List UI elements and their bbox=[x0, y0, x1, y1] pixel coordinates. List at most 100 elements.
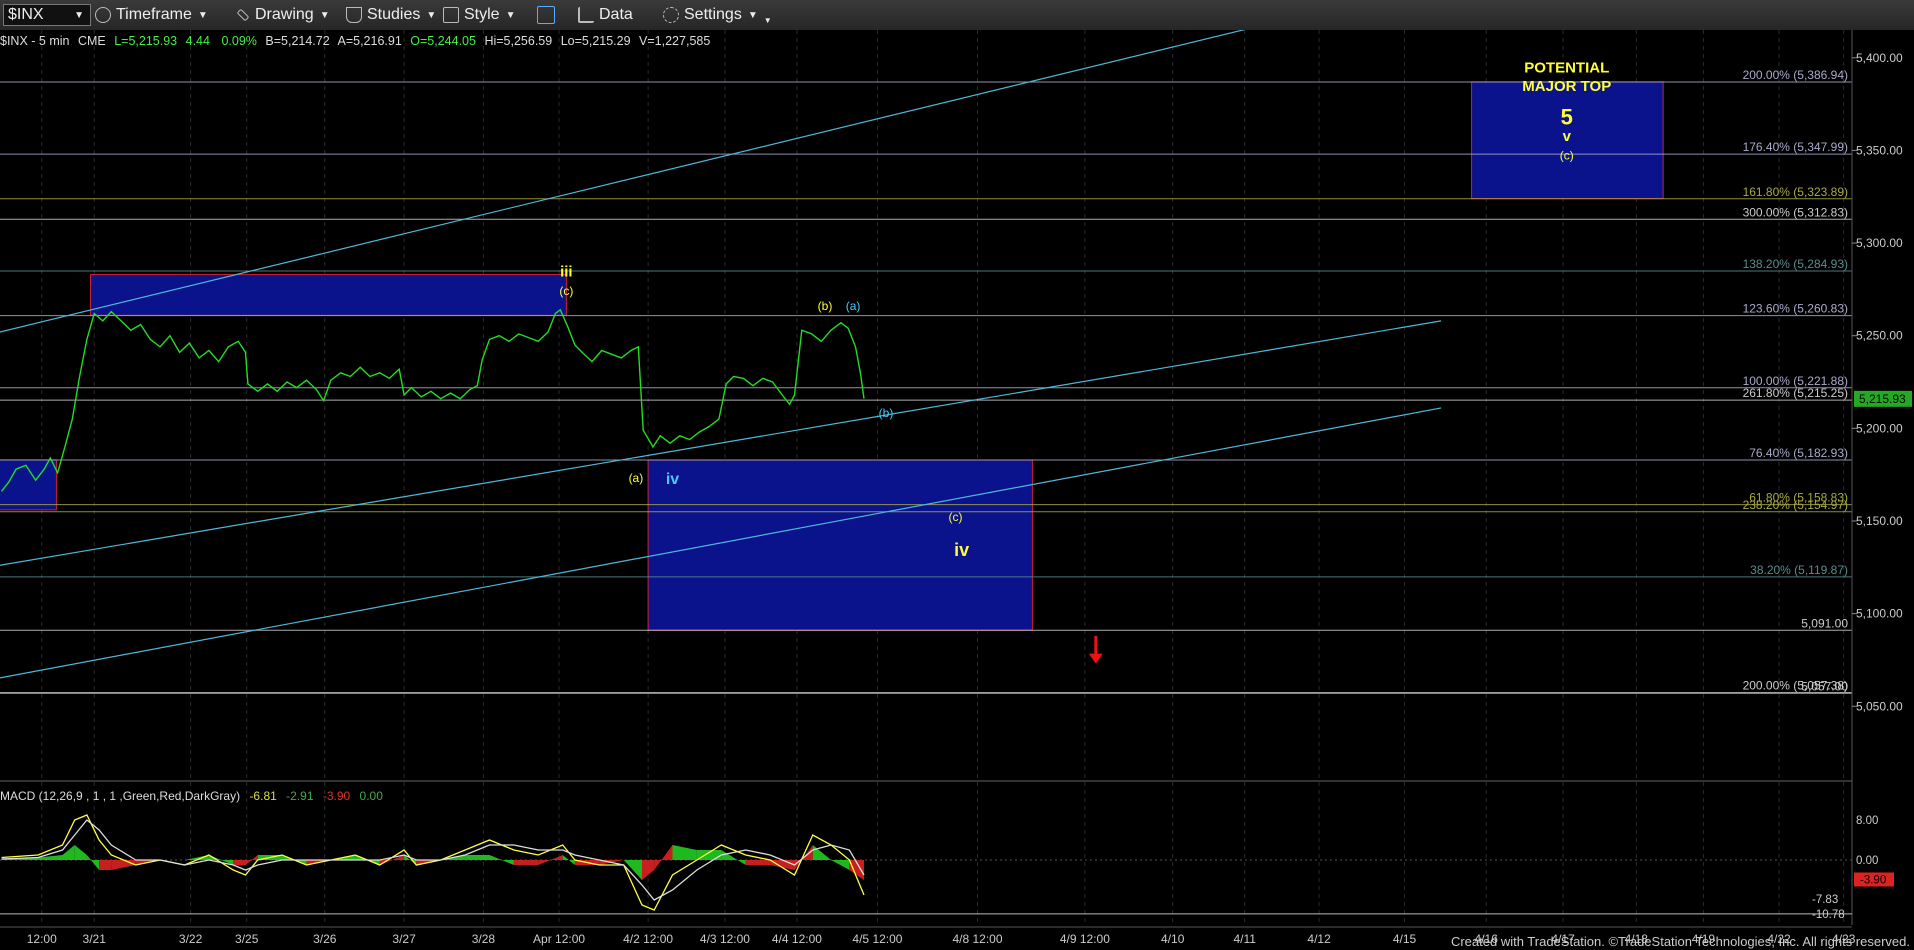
price-axis[interactable]: 5,400.00 5,350.00 5,300.00 5,250.00 5,200.00… bbox=[1851, 30, 1914, 935]
macd-header: MACD (12,26,9 , 1 , 1 ,Green,Red,DarkGra… bbox=[0, 789, 383, 803]
wave-label: v bbox=[1563, 128, 1572, 145]
chevron-down-icon: ▼ bbox=[505, 9, 516, 21]
wave-label: 5 bbox=[1561, 104, 1573, 129]
settings-label: Settings bbox=[684, 6, 742, 23]
y-tick-label: 5,400.00 bbox=[1856, 51, 1903, 65]
x-tick-label: 4/8 12:00 bbox=[952, 932, 1002, 946]
drawing-label: Drawing bbox=[255, 6, 314, 23]
x-tick-label: 4/5 12:00 bbox=[852, 932, 902, 946]
macd-value: -6.81 bbox=[249, 789, 277, 803]
chart-header: $INX - 5 min CME L=5,215.93 4.44 0.09% B… bbox=[0, 34, 710, 48]
style-label: Style bbox=[464, 6, 500, 23]
macd-title: MACD (12,26,9 , 1 , 1 ,Green,Red,DarkGra… bbox=[0, 789, 240, 803]
studies-menu[interactable]: Studies ▼ bbox=[346, 4, 436, 26]
wave-label: iv bbox=[666, 471, 679, 488]
header-ask: A=5,216.91 bbox=[337, 34, 401, 48]
x-tick-label: 3/25 bbox=[235, 932, 259, 946]
macd-tick-label: 8.00 bbox=[1856, 815, 1878, 827]
macd-tick-label: -7.83 bbox=[1812, 894, 1838, 906]
chevron-down-icon: ▼ bbox=[426, 9, 437, 21]
last-price-label: 5,215.93 bbox=[1859, 392, 1906, 406]
wave-label: (c) bbox=[559, 284, 573, 298]
panes-icon bbox=[537, 6, 555, 24]
drawing-menu[interactable]: Drawing ▼ bbox=[236, 4, 330, 26]
x-tick-label: 4/15 bbox=[1393, 932, 1417, 946]
chart-area[interactable]: 200.00% (5,386.94) 176.40% (5,347.99) 161.… bbox=[0, 30, 1914, 950]
toolbar: $INX ▼ Timeframe ▼ Drawing ▼ Studies ▼ S… bbox=[0, 0, 1914, 31]
panes-button[interactable] bbox=[537, 4, 560, 26]
fib-label: 238.20% (5,154.97) bbox=[1743, 498, 1848, 512]
macd-last-label: -3.90 bbox=[1860, 875, 1886, 887]
x-tick-label: 4/12 bbox=[1307, 932, 1331, 946]
header-pct-change: 0.09% bbox=[221, 34, 256, 48]
x-tick-label: 12:00 bbox=[27, 932, 57, 946]
style-icon bbox=[443, 7, 459, 23]
studies-label: Studies bbox=[367, 6, 421, 23]
header-bid: B=5,214.72 bbox=[265, 34, 329, 48]
footer-credit: Created with TradeStation. ©TradeStation… bbox=[1450, 934, 1910, 949]
header-change: 4.44 bbox=[186, 34, 210, 48]
x-tick-label: 3/27 bbox=[392, 932, 416, 946]
symbol-label: $INX bbox=[8, 6, 44, 23]
macd-histogram-bar bbox=[513, 860, 539, 865]
wave-label: (a) bbox=[846, 299, 861, 313]
fib-label: 138.20% (5,284.93) bbox=[1743, 257, 1848, 271]
fib-label: 123.60% (5,260.83) bbox=[1743, 302, 1848, 316]
timeframe-label: Timeframe bbox=[116, 6, 192, 23]
flask-icon bbox=[346, 7, 362, 23]
header-open: O=5,244.05 bbox=[410, 34, 476, 48]
target-box bbox=[90, 274, 567, 316]
fib-label: 161.80% (5,323.89) bbox=[1743, 185, 1848, 199]
fib-label: 76.40% (5,182.93) bbox=[1749, 446, 1848, 460]
fib-label: 200.00% (5,386.94) bbox=[1743, 68, 1848, 82]
chevron-down-icon: ▼ bbox=[74, 9, 84, 21]
x-tick-label: 4/9 12:00 bbox=[1060, 932, 1110, 946]
header-symbol: $INX - 5 min bbox=[0, 34, 70, 48]
x-tick-label: 3/22 bbox=[179, 932, 203, 946]
settings-menu[interactable]: Settings ▼ ▼ bbox=[663, 4, 772, 26]
macd-signal-value: -2.91 bbox=[286, 789, 314, 803]
wave-label: MAJOR TOP bbox=[1522, 78, 1611, 95]
fib-label: 38.20% (5,119.87) bbox=[1750, 563, 1848, 577]
header-exchange: CME bbox=[78, 34, 106, 48]
fib-label: 5,091.00 bbox=[1801, 616, 1848, 630]
macd-tick-label: 0.00 bbox=[1856, 855, 1878, 867]
axis-background bbox=[1852, 30, 1914, 935]
header-volume: V=1,227,585 bbox=[639, 34, 710, 48]
timeframe-menu[interactable]: Timeframe ▼ bbox=[95, 4, 208, 26]
macd-histogram-bar bbox=[465, 855, 490, 860]
x-tick-label: 3/28 bbox=[472, 932, 496, 946]
header-high: Hi=5,256.59 bbox=[484, 34, 552, 48]
y-tick-label: 5,250.00 bbox=[1856, 329, 1903, 343]
header-low: Lo=5,215.29 bbox=[561, 34, 631, 48]
x-tick-label: 3/26 bbox=[313, 932, 337, 946]
x-tick-label: 3/21 bbox=[83, 932, 107, 946]
wave-label: (b) bbox=[879, 406, 894, 420]
macd-diff-value: -3.90 bbox=[323, 789, 351, 803]
fib-label: 261.80% (5,215.25) bbox=[1743, 386, 1848, 400]
x-tick-label: 4/11 bbox=[1233, 932, 1256, 946]
chevron-down-icon: ▼ bbox=[747, 9, 758, 21]
fib-label: 5,057.00 bbox=[1801, 679, 1848, 693]
macd-zero-value: 0.00 bbox=[360, 789, 384, 803]
macd-tick-label: -10.78 bbox=[1812, 909, 1845, 921]
data-menu[interactable]: Data bbox=[578, 4, 633, 26]
bar-chart-icon bbox=[578, 7, 594, 23]
wave-label: iv bbox=[954, 540, 969, 560]
symbol-selector[interactable]: $INX ▼ bbox=[3, 4, 91, 26]
wave-label: (c) bbox=[949, 510, 963, 524]
y-tick-label: 5,300.00 bbox=[1856, 236, 1903, 250]
fib-label: 176.40% (5,347.99) bbox=[1743, 140, 1848, 154]
target-box bbox=[0, 459, 57, 511]
wave-label: iii bbox=[560, 263, 573, 280]
style-menu[interactable]: Style ▼ bbox=[443, 4, 515, 26]
fib-label: 300.00% (5,312.83) bbox=[1743, 205, 1848, 219]
data-label: Data bbox=[599, 6, 633, 23]
x-tick-label: 4/4 12:00 bbox=[772, 932, 822, 946]
x-tick-label: 4/2 12:00 bbox=[623, 932, 673, 946]
y-tick-label: 5,100.00 bbox=[1856, 607, 1903, 621]
x-tick-label: 4/3 12:00 bbox=[700, 932, 750, 946]
clock-icon bbox=[95, 7, 111, 23]
macd-histogram-bar bbox=[745, 860, 771, 865]
y-tick-label: 5,050.00 bbox=[1856, 699, 1903, 713]
